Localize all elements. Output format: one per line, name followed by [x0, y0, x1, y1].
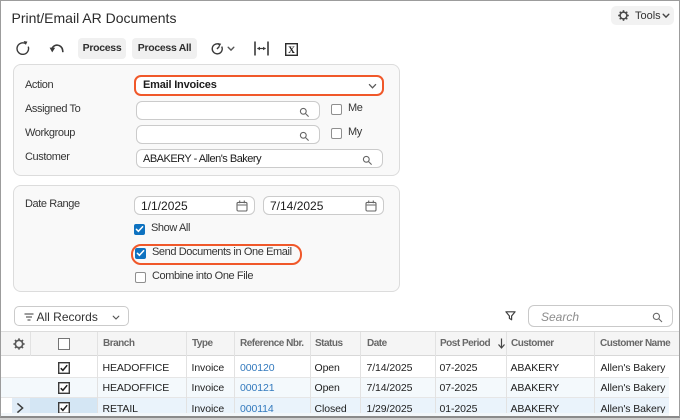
svg-text:X: X [288, 46, 295, 56]
